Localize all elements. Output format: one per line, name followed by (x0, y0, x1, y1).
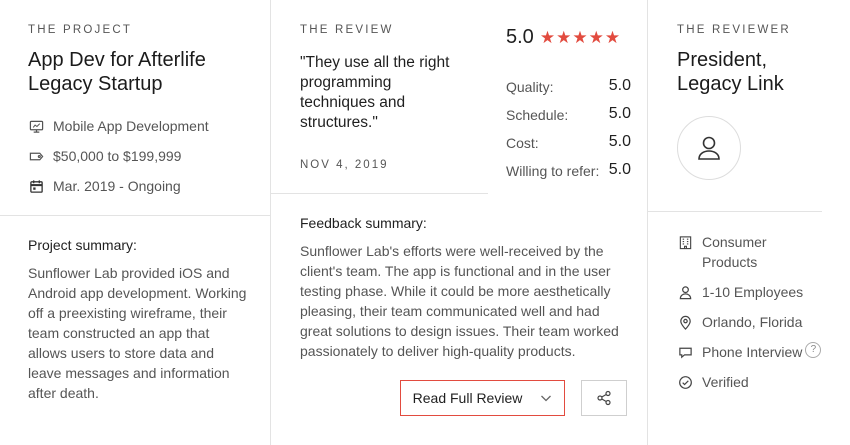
star-rating: ★ ★ ★ ★ ★ (540, 29, 621, 46)
read-full-review-button[interactable]: Read Full Review (400, 380, 565, 416)
score-label: Willing to refer: (506, 163, 600, 179)
reviewer-interview: Phone Interview ? (677, 342, 822, 362)
project-eyebrow: THE PROJECT (28, 24, 133, 36)
column-divider (270, 0, 271, 445)
star-icon: ★ (588, 28, 604, 47)
feedback-summary-label: Feedback summary: (300, 215, 427, 231)
star-icon: ★ (572, 28, 588, 47)
calendar-icon (28, 178, 44, 194)
check-circle-icon (677, 372, 693, 392)
share-icon (597, 390, 611, 406)
service-text: Mobile App Development (53, 118, 209, 134)
divider (270, 193, 488, 194)
interview-text: Phone Interview (702, 344, 803, 360)
reviewer-verified: Verified (677, 372, 749, 392)
chevron-down-icon (541, 395, 552, 402)
quote-line: structures." (300, 114, 378, 131)
score-cost: Cost: 5.0 (506, 133, 631, 151)
score-label: Schedule: (506, 107, 569, 123)
overall-rating: 5.0 ★ ★ ★ ★ ★ (506, 26, 621, 49)
help-icon[interactable]: ? (805, 342, 822, 358)
budget-line: $50,000 to $199,999 (28, 148, 181, 164)
reviewer-eyebrow: THE REVIEWER (677, 24, 791, 36)
reviewer-title-line: President, (677, 49, 768, 71)
verified-text: Verified (702, 374, 749, 390)
industry-line: Consumer (702, 234, 767, 250)
service-line: Mobile App Development (28, 118, 209, 134)
review-date: NOV 4, 2019 (300, 159, 389, 171)
project-title: App Dev for Afterlife Legacy Startup (28, 48, 206, 96)
read-full-review-label: Read Full Review (412, 390, 523, 406)
avatar (677, 116, 741, 180)
reviewer-title-line: Legacy Link (677, 73, 784, 95)
star-icon: ★ (539, 28, 556, 47)
industry-line: Products (702, 254, 758, 270)
reviewer-size: 1-10 Employees (677, 282, 803, 302)
size-text: 1-10 Employees (702, 284, 804, 300)
star-icon: ★ (604, 28, 621, 47)
timeline-text: Mar. 2019 - Ongoing (53, 178, 181, 194)
feedback-summary-text: Sunflower Lab's efforts were well-receiv… (300, 243, 619, 359)
score-value: 5.0 (608, 105, 631, 122)
budget-text: $50,000 to $199,999 (53, 148, 182, 164)
chat-bubble-icon (677, 342, 693, 362)
divider (0, 215, 270, 216)
user-icon (698, 136, 720, 160)
review-quote: "They use all the right programming tech… (300, 53, 449, 133)
quote-line: programming (300, 74, 392, 91)
project-summary-text: Sunflower Lab provided iOS and Android a… (28, 265, 247, 401)
project-summary-label: Project summary: (28, 237, 137, 253)
building-icon (677, 232, 693, 252)
score-value: 5.0 (608, 133, 631, 150)
star-icon: ★ (556, 28, 572, 47)
user-icon (677, 282, 693, 302)
industry-text: Consumer Products (702, 232, 767, 272)
score-schedule: Schedule: 5.0 (506, 105, 631, 123)
price-tag-icon (28, 148, 44, 164)
monitor-icon (28, 118, 44, 134)
score-value: 5.0 (608, 77, 631, 94)
column-divider (647, 0, 648, 445)
timeline-line: Mar. 2019 - Ongoing (28, 178, 181, 194)
quote-line: techniques and (300, 94, 406, 111)
location-text: Orlando, Florida (702, 314, 803, 330)
share-button[interactable] (581, 380, 627, 416)
project-title-line: Legacy Startup (28, 73, 163, 95)
quote-line: "They use all the right (300, 54, 450, 71)
reviewer-industry: Consumer Products (677, 232, 767, 272)
review-eyebrow: THE REVIEW (300, 24, 394, 36)
score-willing-to-refer: Willing to refer: 5.0 (506, 161, 631, 179)
score-value: 5.0 (608, 161, 631, 178)
reviewer-location: Orlando, Florida (677, 312, 802, 332)
divider (647, 211, 822, 212)
score-quality: Quality: 5.0 (506, 77, 631, 95)
reviewer-title: President, Legacy Link (677, 48, 784, 96)
overall-score: 5.0 (506, 26, 534, 48)
location-pin-icon (677, 312, 693, 332)
score-label: Quality: (506, 79, 554, 95)
project-title-line: App Dev for Afterlife (28, 49, 206, 71)
score-label: Cost: (506, 135, 539, 151)
